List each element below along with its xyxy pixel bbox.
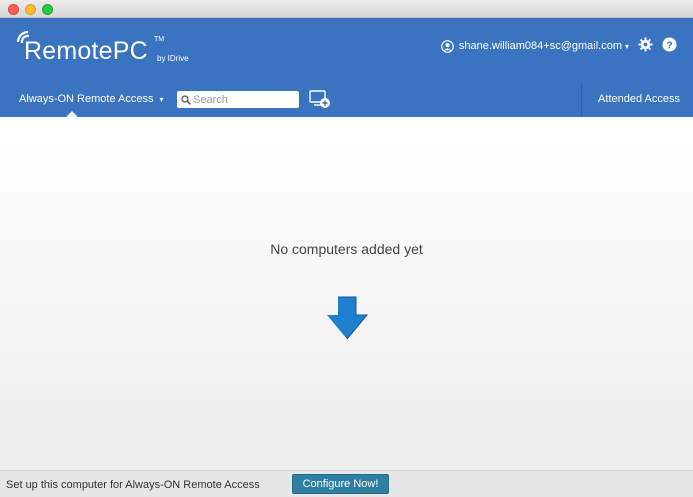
brand-name: RemotePC <box>24 37 148 65</box>
configure-now-button[interactable]: Configure Now! <box>292 474 389 494</box>
brand-byline: by IDrive <box>157 54 189 63</box>
svg-text:?: ? <box>666 40 672 51</box>
nav-bar: Always-ON Remote Access ▾ Attended Acces <box>0 82 693 117</box>
gear-icon[interactable] <box>638 37 653 52</box>
add-computer-icon[interactable] <box>309 90 331 110</box>
remotepc-logo: RemotePC TM by IDrive <box>14 28 214 72</box>
tab-always-on-label: Always-ON Remote Access <box>19 93 154 105</box>
account-menu[interactable]: shane.william084+sc@gmail.com ▾ <box>441 38 629 54</box>
chevron-down-icon: ▾ <box>159 95 164 104</box>
user-icon <box>441 39 454 53</box>
setup-prompt: Set up this computer for Always-ON Remot… <box>6 479 260 491</box>
tab-attended-access[interactable]: Attended Access <box>598 93 680 105</box>
help-icon[interactable]: ? <box>662 37 677 52</box>
title-bar <box>0 0 693 18</box>
app-window: RemotePC TM by IDrive shane.william084+s… <box>0 0 693 497</box>
empty-state-message: No computers added yet <box>270 241 423 257</box>
search-box[interactable] <box>177 91 299 108</box>
search-icon <box>181 94 191 105</box>
chevron-down-icon: ▾ <box>624 41 629 51</box>
main-content: No computers added yet <box>0 117 693 470</box>
footer-bar: Set up this computer for Always-ON Remot… <box>0 470 693 497</box>
close-window-button[interactable] <box>8 4 19 15</box>
minimize-window-button[interactable] <box>25 4 36 15</box>
nav-divider <box>581 82 582 117</box>
search-input[interactable] <box>193 93 293 106</box>
account-email: shane.william084+sc@gmail.com <box>458 40 622 52</box>
arrow-down-icon <box>327 296 369 340</box>
tab-always-on-remote-access[interactable]: Always-ON Remote Access ▾ <box>19 93 164 105</box>
zoom-window-button[interactable] <box>42 4 53 15</box>
app-header: RemotePC TM by IDrive shane.william084+s… <box>0 18 693 117</box>
brand-trademark: TM <box>154 36 165 43</box>
